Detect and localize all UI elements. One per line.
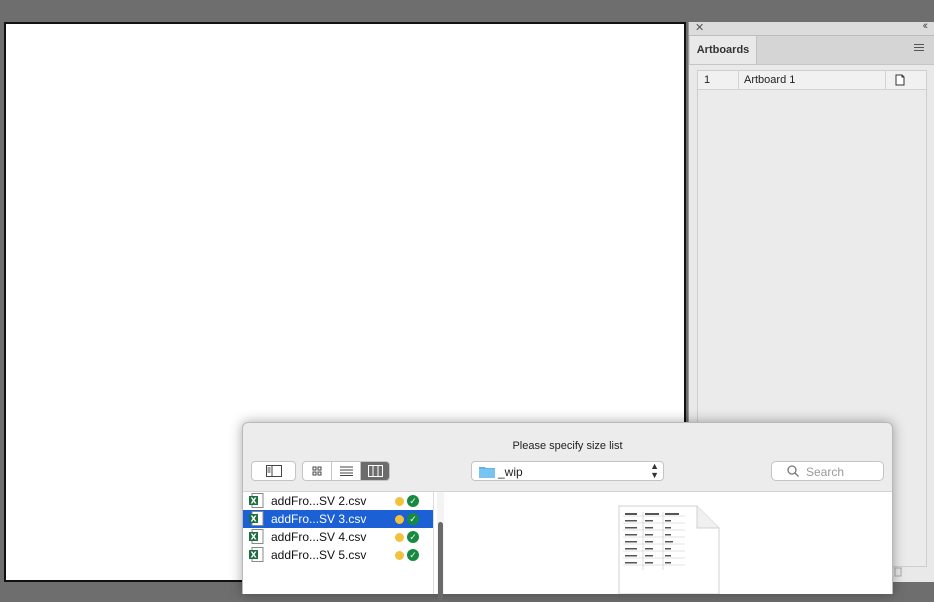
dialog-title: Please specify size list <box>512 440 623 452</box>
tab-artboards[interactable]: Artboards <box>690 36 757 64</box>
check-icon: ✓ <box>407 549 419 561</box>
tag-dot-icon <box>395 551 404 560</box>
folder-icon <box>479 467 495 478</box>
excel-file-icon: X <box>249 529 264 544</box>
grid-icon <box>312 466 322 476</box>
file-name: addFro...SV 2.csv <box>271 494 367 508</box>
file-name: addFro...SV 5.csv <box>271 548 367 562</box>
file-row[interactable]: X addFro...SV 4.csv ✓ <box>243 528 433 546</box>
close-icon[interactable]: ✕ <box>695 21 704 34</box>
scrollbar-thumb[interactable] <box>438 522 443 602</box>
panel-menu-icon[interactable] <box>914 44 924 53</box>
column-view-button[interactable] <box>361 462 389 480</box>
file-browser: X addFro...SV 2.csv ✓ X addFro...SV 3.cs… <box>243 491 892 602</box>
tag-dot-icon <box>395 515 404 524</box>
file-row[interactable]: X addFro...SV 5.csv ✓ <box>243 546 433 564</box>
collapse-icon[interactable]: ‹‹ <box>923 20 929 32</box>
artboard-options-icon[interactable] <box>885 71 926 89</box>
sidebar-toggle-button[interactable] <box>251 461 296 481</box>
check-icon: ✓ <box>407 513 419 525</box>
excel-file-icon: X <box>249 547 264 562</box>
column-scrollbar[interactable] <box>437 492 444 602</box>
tag-dot-icon <box>395 497 404 506</box>
file-name: addFro...SV 4.csv <box>271 530 367 544</box>
panel-title-bar: ✕ ‹‹ <box>689 20 934 36</box>
check-icon: ✓ <box>407 531 419 543</box>
panel-tab-bar: Artboards <box>689 36 934 65</box>
svg-text:X: X <box>251 551 258 560</box>
search-placeholder: Search <box>806 465 845 479</box>
svg-text:X: X <box>251 533 258 542</box>
check-icon: ✓ <box>407 495 419 507</box>
updown-chevron-icon: ▲ ▼ <box>650 461 659 480</box>
excel-file-icon: X <box>249 493 264 508</box>
open-file-dialog: Please specify size list _wip ▲ ▼ Search … <box>242 422 893 602</box>
file-preview-thumbnail <box>618 505 720 594</box>
search-field[interactable]: Search <box>771 461 884 481</box>
list-icon <box>340 466 353 476</box>
list-view-button[interactable] <box>332 462 361 480</box>
location-popup[interactable]: _wip ▲ ▼ <box>471 461 664 481</box>
tag-dot-icon <box>395 533 404 542</box>
artboard-name[interactable]: Artboard 1 <box>738 71 890 89</box>
file-row[interactable]: X addFro...SV 2.csv ✓ <box>243 492 433 510</box>
file-row-selected[interactable]: X addFro...SV 3.csv ✓ <box>243 510 433 528</box>
excel-file-icon: X <box>249 511 264 526</box>
artboard-row[interactable]: 1 Artboard 1 <box>698 71 926 90</box>
location-label: _wip <box>498 465 523 479</box>
file-name: addFro...SV 3.csv <box>271 512 367 526</box>
file-column: X addFro...SV 2.csv ✓ X addFro...SV 3.cs… <box>243 492 434 594</box>
search-icon <box>787 465 799 477</box>
sidebar-icon <box>266 465 282 477</box>
svg-text:X: X <box>251 515 258 524</box>
svg-text:X: X <box>251 497 258 506</box>
view-mode-group <box>302 461 390 481</box>
columns-icon <box>368 465 383 477</box>
icon-view-button[interactable] <box>303 462 332 480</box>
artboard-number: 1 <box>704 74 711 86</box>
